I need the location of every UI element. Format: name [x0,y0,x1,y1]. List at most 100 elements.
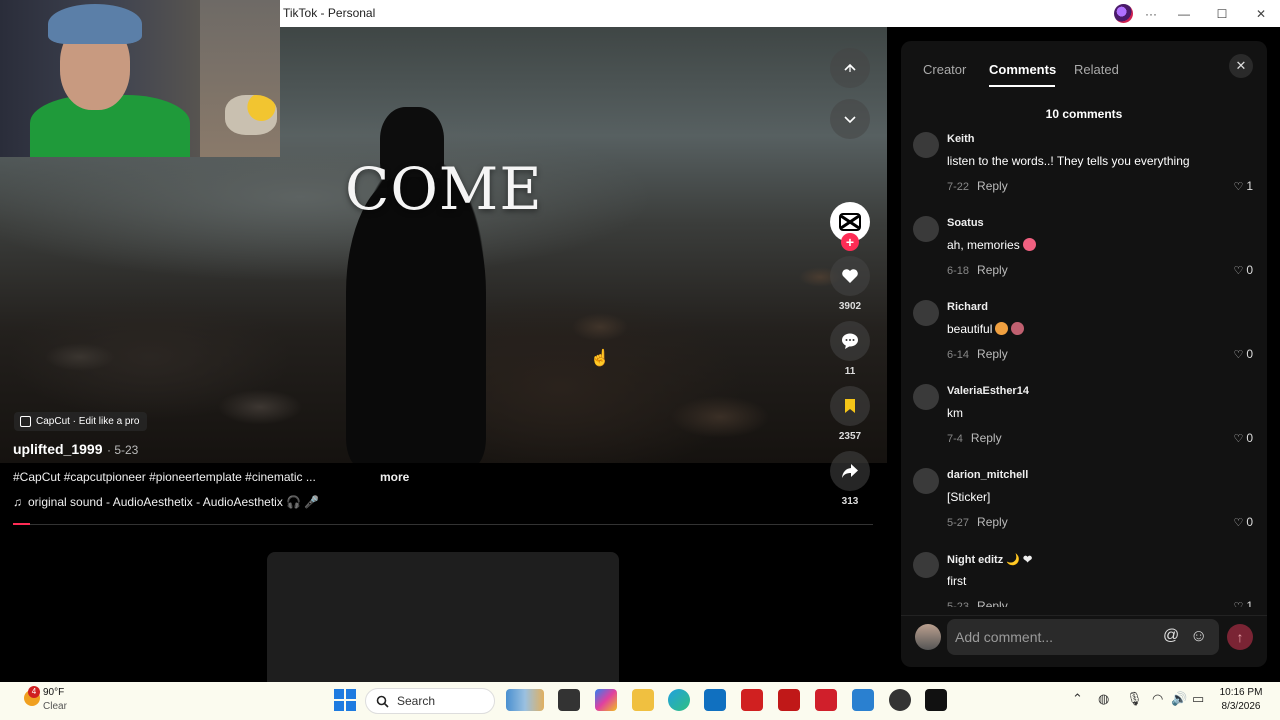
comment-item[interactable]: Keith listen to the words..! They tells y… [901,129,1267,213]
hand-cursor-icon: ☝ [590,350,610,367]
comment-like-count: 1 [1246,599,1253,607]
like-button[interactable] [830,256,870,296]
comments-panel: Creator Comments Related ✕ 10 comments K… [901,41,1267,667]
red-app-icon[interactable] [815,689,837,711]
comment-item[interactable]: darion_mitchell [Sticker] 5-27 Reply ♡ 0 [901,465,1267,549]
reply-button[interactable]: Reply [977,263,1008,277]
network-icon[interactable]: ◍ [1098,691,1109,707]
music-info[interactable]: ♫ original sound - AudioAesthetix - Audi… [13,495,319,509]
emoji-icon [995,322,1009,335]
reply-button[interactable]: Reply [977,515,1008,529]
webcam-toys [225,95,277,135]
comment-username[interactable]: ValeriaEsther14 [947,385,1029,397]
comment-like-button[interactable]: ♡ 0 [1233,431,1253,445]
user-avatar [915,624,941,650]
comment-item[interactable]: Night editz 🌙 ❤ first 5-23 Reply ♡ 1 [901,549,1267,607]
app-l-icon[interactable] [741,689,763,711]
file-explorer-icon[interactable] [632,689,654,711]
follow-button[interactable]: + [841,233,859,251]
comment-avatar[interactable] [913,300,939,326]
taskbar-clock[interactable]: 10:16 PM 8/3/2026 [1208,686,1274,714]
comment-text-line: ah, memories [947,238,1036,252]
copilot-icon[interactable] [595,689,617,711]
volume-icon[interactable]: 🔊 [1171,691,1187,707]
comment-avatar[interactable] [913,216,939,242]
store-icon[interactable] [704,689,726,711]
comment-avatar[interactable] [913,132,939,158]
save-button[interactable] [830,386,870,426]
tiktok-app-icon[interactable] [925,689,947,711]
comment-list[interactable]: Keith listen to the words..! They tells y… [901,129,1267,607]
comment-like-count: 0 [1246,431,1253,445]
reply-button[interactable]: Reply [977,599,1008,607]
close-window-button[interactable]: ✕ [1251,4,1271,24]
next-video-preview[interactable] [267,552,619,682]
share-button[interactable] [830,451,870,491]
send-comment-button[interactable]: ↑ [1227,624,1253,650]
capcut-badge-label: CapCut · Edit like a pro [36,416,140,427]
maximize-button[interactable]: ☐ [1212,4,1232,24]
comment-like-button[interactable]: ♡ 0 [1233,263,1253,277]
task-view-icon[interactable] [558,689,580,711]
comment-like-button[interactable]: ♡ 1 [1233,179,1253,193]
more-link[interactable]: more [380,470,409,484]
comment-text: first [947,574,967,588]
comment-date: 7-4 [947,433,963,445]
minimize-button[interactable]: — [1174,4,1194,24]
microphone-icon[interactable]: 🎙 [1126,691,1143,707]
active-tab-underline [989,85,1055,87]
music-title: original sound - AudioAesthetix - AudioA… [28,495,320,509]
comment-item[interactable]: ValeriaEsther14 km 7-4 Reply ♡ 0 [901,381,1267,465]
comment-username[interactable]: Soatus [947,217,984,229]
close-panel-button[interactable]: ✕ [1229,54,1253,78]
reply-button[interactable]: Reply [977,347,1008,361]
window-title: TikTok - Personal [283,6,376,20]
comment-item[interactable]: Richard beautiful 6-14 Reply ♡ 0 [901,297,1267,381]
reply-button[interactable]: Reply [971,431,1002,445]
shield-app-icon[interactable] [778,689,800,711]
heart-outline-icon: ♡ [1233,432,1244,445]
comment-username[interactable]: Richard [947,301,988,313]
smiley-icon[interactable]: ☺ [1190,626,1207,646]
video-progress-track[interactable] [13,524,873,525]
author-name[interactable]: uplifted_1999 [13,441,102,457]
video-overlay-text: COME [345,155,543,223]
tab-creator[interactable]: Creator [923,62,966,77]
comment-username[interactable]: Keith [947,133,975,145]
more-menu-button[interactable]: ··· [1141,4,1161,24]
at-icon[interactable]: @ [1163,627,1179,645]
battery-icon[interactable]: ▭ [1192,691,1204,707]
reply-button[interactable]: Reply [977,179,1008,193]
widgets-icon[interactable] [506,689,544,711]
comment-username[interactable]: Night editz 🌙 ❤ [947,553,1032,566]
comment-avatar[interactable] [913,552,939,578]
tab-related[interactable]: Related [1074,62,1119,77]
previous-video-button[interactable] [830,48,870,88]
comment-date: 6-14 [947,349,970,361]
windows-taskbar: 4 90°F Clear Search ⌃ ◍ 🎙 ◠ 🔊 ▭ 10:16 PM… [0,682,1280,720]
profile-avatar[interactable] [1114,4,1133,23]
next-video-button[interactable] [830,99,870,139]
comment-item[interactable]: Soatus ah, memories 6-18 Reply ♡ 0 [901,213,1267,297]
comment-username[interactable]: darion_mitchell [947,469,1028,481]
edge-browser-icon[interactable] [668,689,690,711]
weather-condition: Clear [43,701,67,712]
screen: TikTok - Personal ··· — ☐ ✕ COME ☝ + 390… [0,0,1280,720]
tab-comments[interactable]: Comments [989,62,1056,77]
tray-chevron-icon[interactable]: ⌃ [1072,691,1083,707]
recording-app-icon[interactable] [889,689,911,711]
comment-like-button[interactable]: ♡ 1 [1233,599,1253,607]
capcut-badge[interactable]: CapCut · Edit like a pro [14,412,148,431]
weather-badge: 4 [28,686,40,698]
comment-button[interactable] [830,321,870,361]
comment-avatar[interactable] [913,468,939,494]
start-menu-button[interactable] [334,689,356,711]
wifi-icon[interactable]: ◠ [1152,691,1163,707]
comment-text-line: beautiful [947,322,1025,336]
comment-like-button[interactable]: ♡ 0 [1233,347,1253,361]
comment-like-button[interactable]: ♡ 0 [1233,515,1253,529]
heart-outline-icon: ♡ [1233,516,1244,529]
mail-app-icon[interactable] [852,689,874,711]
taskbar-search[interactable]: Search [365,688,495,714]
comment-avatar[interactable] [913,384,939,410]
